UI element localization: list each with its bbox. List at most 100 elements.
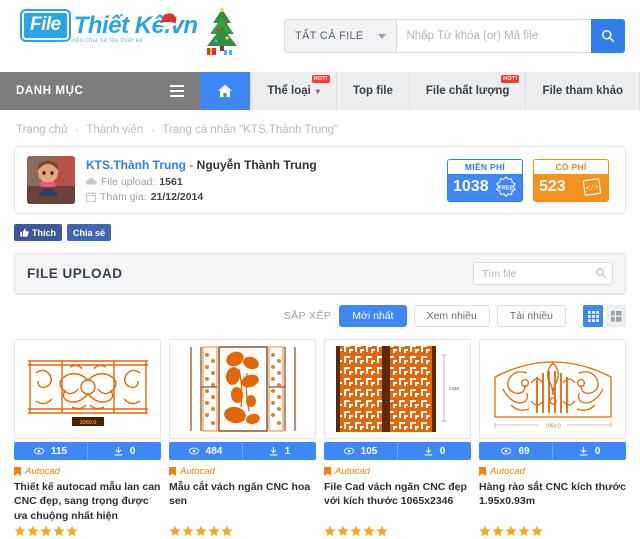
file-tag[interactable]: Autocad bbox=[169, 466, 316, 477]
file-title[interactable]: File Cad vách ngăn CNC đẹp với kích thướ… bbox=[324, 480, 471, 523]
search-submit-button[interactable] bbox=[590, 19, 625, 53]
file-thumbnail[interactable] bbox=[169, 339, 316, 439]
chevron-down-icon: ▾ bbox=[315, 86, 320, 96]
sort-option-moi-nhat[interactable]: Mới nhất bbox=[339, 305, 407, 327]
grid-view-icon bbox=[587, 310, 599, 322]
cnc-railing-scroll-pattern-image: 3060.0 bbox=[27, 360, 148, 426]
file-card[interactable]: 2346 105 0 Autocad File Cad vách ngăn CN… bbox=[324, 339, 471, 537]
download-count: 1 bbox=[242, 442, 316, 460]
file-thumbnail[interactable]: 2346 bbox=[324, 339, 471, 439]
file-tag[interactable]: Autocad bbox=[14, 466, 161, 477]
file-card[interactable]: 484 1 Autocad Mẫu cắt vách ngăn CNC hoa … bbox=[169, 339, 316, 537]
nav-item-list: Thể loại ▾ HOT! Top file File chất lượng… bbox=[250, 72, 640, 110]
nav-item-file-chat-luong[interactable]: File chất lượng HOT! bbox=[410, 72, 527, 110]
breadcrumb-item-current: Trang cá nhân "KTS.Thành Trung" bbox=[162, 124, 339, 136]
star-icon bbox=[27, 526, 39, 537]
list-view-icon bbox=[610, 310, 622, 322]
profile-upload-count: File upload: 1561 bbox=[86, 176, 317, 188]
facebook-like-button[interactable]: Thích bbox=[14, 224, 62, 241]
nav-category-button[interactable]: DANH MỤC bbox=[0, 72, 200, 110]
file-stats: 105 0 bbox=[324, 442, 471, 460]
sort-option-xem-nhieu[interactable]: Xem nhiều bbox=[413, 305, 490, 327]
file-title[interactable]: Thiết kế autocad mẫu lan can CNC đẹp, sa… bbox=[14, 480, 161, 523]
badge-free[interactable]: MIỄN PHÍ 1038 FREE bbox=[447, 158, 523, 202]
search-category-select[interactable]: TẤT CẢ FILE bbox=[284, 19, 396, 53]
bookmark-icon bbox=[324, 467, 331, 476]
search-input[interactable] bbox=[395, 19, 591, 53]
download-count: 0 bbox=[87, 442, 161, 460]
star-icon bbox=[479, 525, 491, 536]
share-label: Chia sẻ bbox=[73, 227, 106, 238]
view-count: 69 bbox=[479, 442, 552, 460]
download-count: 0 bbox=[397, 442, 471, 460]
chevron-down-icon bbox=[377, 33, 386, 39]
calendar-icon bbox=[86, 191, 96, 202]
file-tag-label: Autocad bbox=[25, 466, 60, 477]
site-logo[interactable]: File Thiết Kế.vn Thư viện chia sẻ file t… bbox=[14, 8, 274, 61]
file-thumbnail[interactable]: 1950.0 bbox=[479, 339, 626, 439]
file-card[interactable]: 1950.0 69 0 Autocad Hàng rào sắt CNC kíc… bbox=[479, 339, 626, 537]
hot-badge: HOT! bbox=[501, 75, 520, 83]
file-title[interactable]: Mẫu cắt vách ngăn CNC hoa sen bbox=[169, 480, 316, 523]
breadcrumb-item-members[interactable]: Thành viên bbox=[86, 124, 143, 136]
file-card-grid: 3060.0 115 0 Autocad Thiết kế autocad mẫ… bbox=[0, 327, 640, 537]
file-thumbnail[interactable]: 3060.0 bbox=[14, 339, 161, 439]
file-search-wrap bbox=[473, 262, 613, 285]
view-count-value: 105 bbox=[360, 445, 378, 457]
file-title[interactable]: Hàng rào sắt CNC kích thước 1.95x0.93m bbox=[479, 480, 626, 523]
nav-item-file-tham-khao[interactable]: File tham khảo bbox=[526, 72, 640, 110]
badge-paid[interactable]: CÓ PHÍ 523 </> bbox=[533, 158, 609, 202]
home-icon bbox=[217, 84, 232, 97]
free-seal-icon: FREE bbox=[496, 175, 516, 197]
star-icon bbox=[376, 525, 388, 536]
download-icon bbox=[269, 446, 278, 455]
file-tag[interactable]: Autocad bbox=[324, 466, 471, 477]
nav-item-label: File chất lượng bbox=[425, 85, 510, 97]
star-icon bbox=[169, 525, 181, 536]
list-view-button[interactable] bbox=[606, 305, 626, 327]
profile-info: KTS.Thành Trung - Nguyễn Thành Trung Fil… bbox=[27, 156, 317, 204]
joined-value: 21/12/2014 bbox=[150, 190, 204, 203]
file-card[interactable]: 3060.0 115 0 Autocad Thiết kế autocad mẫ… bbox=[14, 339, 161, 537]
sort-option-tai-nhieu[interactable]: Tải nhiều bbox=[496, 305, 566, 327]
rating-stars bbox=[479, 525, 626, 537]
nav-home-button[interactable] bbox=[199, 72, 251, 110]
sort-bar: SẮP XẾP Mới nhất Xem nhiều Tải nhiều bbox=[0, 295, 640, 327]
hot-badge: HOT! bbox=[311, 75, 330, 83]
nav-item-the-loai[interactable]: Thể loại ▾ HOT! bbox=[250, 72, 337, 110]
star-icon bbox=[221, 525, 233, 536]
eye-icon bbox=[501, 447, 512, 455]
logo-file-badge: File bbox=[22, 11, 69, 40]
download-icon bbox=[114, 446, 123, 455]
badge-paid-title: CÓ PHÍ bbox=[534, 159, 608, 174]
like-label: Thích bbox=[32, 227, 56, 238]
facebook-share-button[interactable]: Chia sẻ bbox=[67, 224, 112, 241]
breadcrumb-item-home[interactable]: Trang chủ bbox=[16, 124, 67, 136]
file-tag-label: Autocad bbox=[490, 466, 525, 477]
site-header: File Thiết Kế.vn Thư viện chia sẻ file t… bbox=[0, 0, 640, 72]
search-icon bbox=[596, 268, 607, 279]
star-icon bbox=[337, 525, 349, 536]
thumb-dim-label: 2346 bbox=[449, 386, 460, 391]
thumb-dim-label: 1950.0 bbox=[545, 424, 561, 430]
star-icon bbox=[40, 526, 52, 537]
badge-free-body: 1038 FREE bbox=[448, 173, 522, 201]
thumbs-up-icon bbox=[20, 228, 29, 237]
nav-item-top-file[interactable]: Top file bbox=[337, 72, 410, 110]
download-icon bbox=[424, 446, 433, 455]
logo-mark: File Thiết Kế.vn Thư viện chia sẻ file t… bbox=[22, 11, 198, 44]
file-stats: 115 0 bbox=[14, 442, 161, 460]
santa-hat-icon bbox=[159, 11, 179, 27]
sort-option-label: Xem nhiều bbox=[426, 310, 477, 322]
profile-username[interactable]: KTS.Thành Trung bbox=[86, 158, 186, 172]
cnc-arched-iron-fence-image: 1950.0 bbox=[493, 361, 612, 430]
avatar[interactable] bbox=[27, 156, 75, 204]
sort-label: SẮP XẾP bbox=[283, 310, 332, 322]
breadcrumb: Trang chủ › Thành viên › Trang cá nhân "… bbox=[0, 110, 640, 146]
file-search-input[interactable] bbox=[473, 262, 613, 285]
grid-view-button[interactable] bbox=[583, 305, 603, 327]
panel-title: FILE UPLOAD bbox=[27, 266, 123, 281]
search-category-label: TẤT CẢ FILE bbox=[295, 30, 364, 42]
file-tag[interactable]: Autocad bbox=[479, 466, 626, 477]
file-stats: 484 1 bbox=[169, 442, 316, 460]
